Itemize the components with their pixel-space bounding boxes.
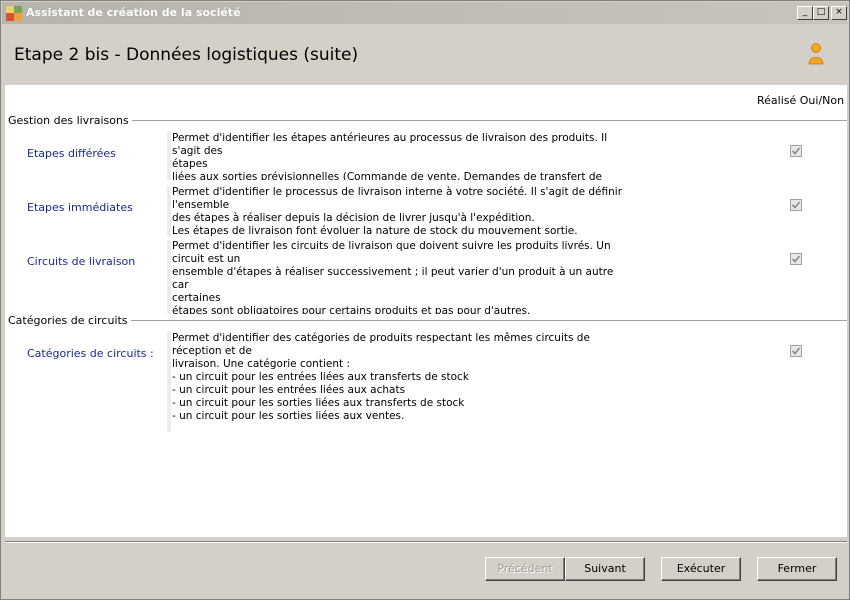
previous-button[interactable]: Précédent bbox=[485, 557, 565, 581]
section-title-circuit-categories: Catégories de circuits bbox=[8, 314, 131, 327]
done-column-header: Réalisé Oui/Non bbox=[757, 94, 845, 107]
section-divider bbox=[8, 320, 847, 321]
app-icon bbox=[6, 6, 22, 21]
next-button[interactable]: Suivant bbox=[565, 557, 645, 581]
done-checkbox[interactable] bbox=[790, 199, 802, 211]
done-checkbox[interactable] bbox=[790, 253, 802, 265]
window-title: Assistant de création de la société bbox=[26, 6, 241, 19]
wizard-window: Assistant de création de la société _ □ … bbox=[0, 0, 850, 600]
title-bar[interactable]: Assistant de création de la société _ □ … bbox=[2, 2, 848, 24]
item-description: Permet d'identifier des catégories de pr… bbox=[167, 332, 637, 432]
page-title: Etape 2 bis - Données logistiques (suite… bbox=[14, 45, 359, 65]
close-button[interactable]: Fermer bbox=[757, 557, 837, 581]
item-label-deferred-steps[interactable]: Etapes différées bbox=[27, 147, 116, 160]
item-label-delivery-circuits[interactable]: Circuits de livraison bbox=[27, 255, 135, 268]
item-description: Permet d'identifier les étapes antérieur… bbox=[167, 132, 637, 180]
done-checkbox[interactable] bbox=[790, 345, 802, 357]
section-divider bbox=[8, 120, 847, 121]
wizard-content: Réalisé Oui/Non Gestion des livraisons E… bbox=[5, 85, 847, 537]
item-label-immediate-steps[interactable]: Etapes immédiates bbox=[27, 201, 133, 214]
user-icon bbox=[808, 43, 824, 65]
done-checkbox[interactable] bbox=[790, 145, 802, 157]
execute-button[interactable]: Exécuter bbox=[661, 557, 741, 581]
minimize-button[interactable]: _ bbox=[797, 6, 813, 20]
close-window-button[interactable]: × bbox=[831, 6, 847, 20]
wizard-header: Etape 2 bis - Données logistiques (suite… bbox=[5, 25, 847, 85]
item-description: Permet d'identifier le processus de livr… bbox=[167, 186, 637, 236]
item-label-circuit-categories[interactable]: Catégories de circuits : bbox=[27, 347, 154, 360]
item-description: Permet d'identifier les circuits de livr… bbox=[167, 240, 637, 314]
maximize-button[interactable]: □ bbox=[813, 6, 829, 20]
section-title-deliveries: Gestion des livraisons bbox=[8, 114, 132, 127]
